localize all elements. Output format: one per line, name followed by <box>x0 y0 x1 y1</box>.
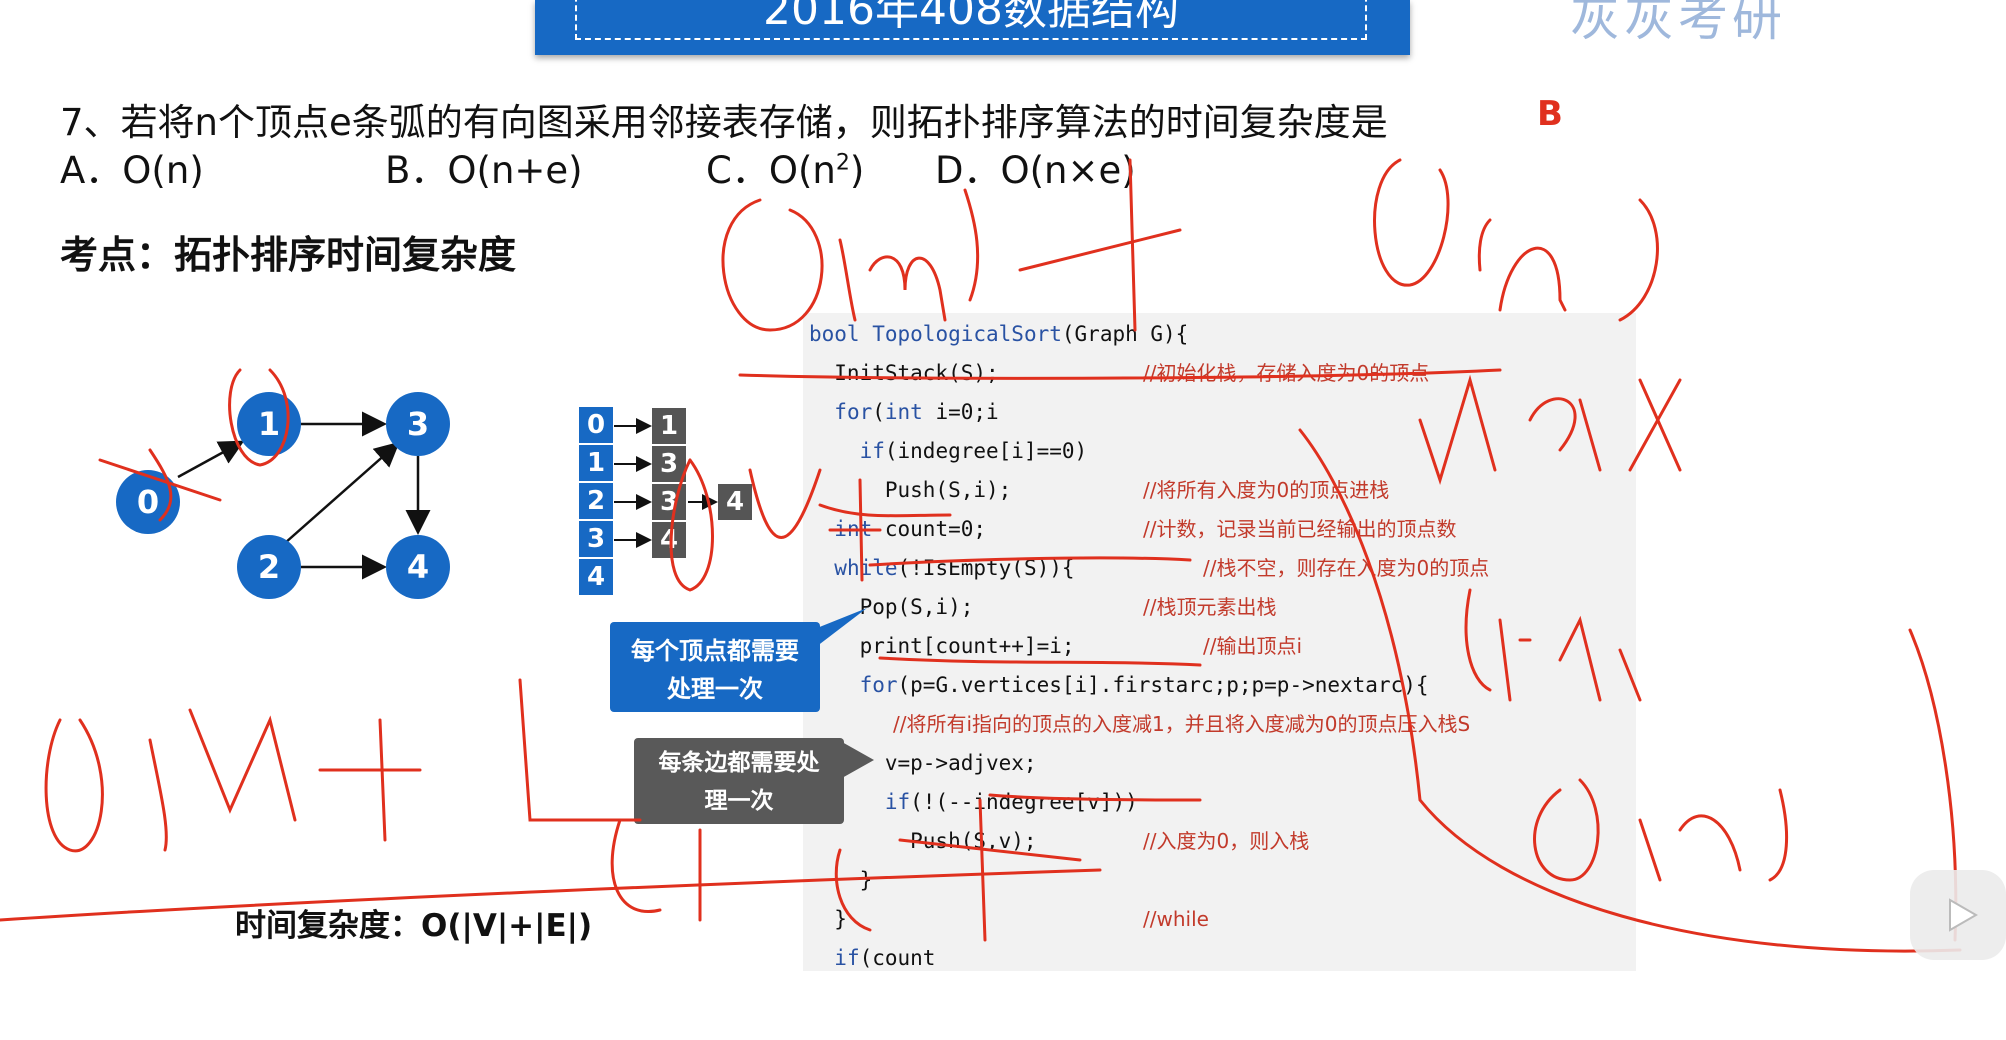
play-button[interactable] <box>1910 870 2006 960</box>
handwritten-annotations <box>0 158 1962 953</box>
play-icon <box>1949 898 1979 932</box>
